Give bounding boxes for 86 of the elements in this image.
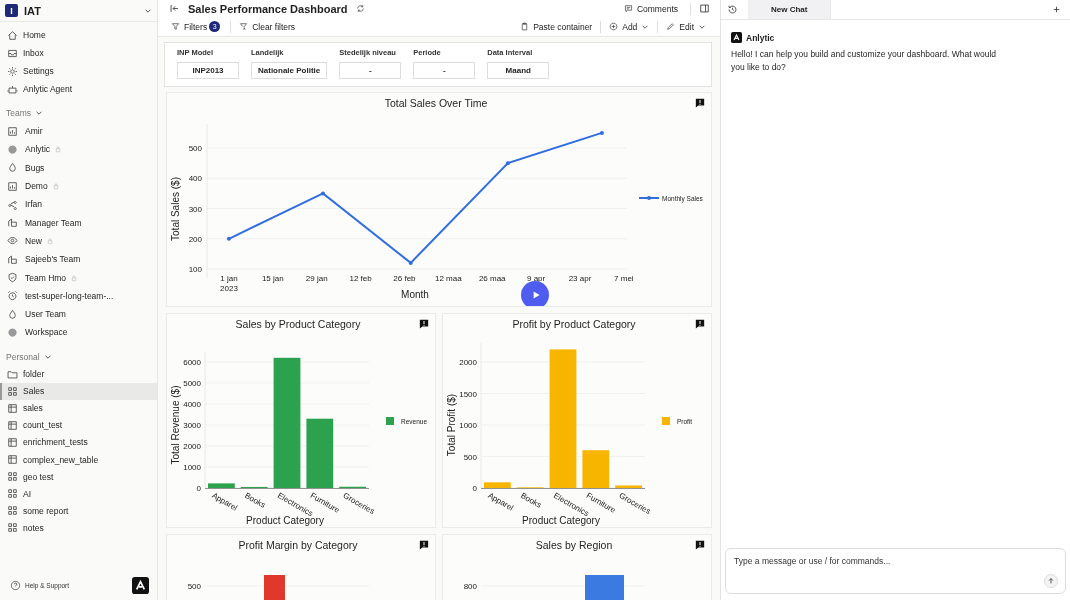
nav-item[interactable]: Home xyxy=(0,26,157,44)
personal-item[interactable]: sales xyxy=(0,399,157,417)
personal-item[interactable]: AI xyxy=(0,485,157,503)
tick-label: 2000 xyxy=(459,358,477,367)
tick-label: 3000 xyxy=(183,421,201,430)
chart-title: Total Sales Over Time xyxy=(384,97,488,109)
clear-filters-button[interactable]: Clear filters xyxy=(235,21,300,32)
team-item[interactable]: Workspace xyxy=(0,323,157,342)
tick-label: 1500 xyxy=(459,389,477,399)
tick-label: 12 maa xyxy=(435,274,462,283)
paste-container-button[interactable]: Paste container xyxy=(516,21,597,32)
tick-label: 2000 xyxy=(183,442,201,451)
chart-title: Profit Margin by Category xyxy=(238,539,358,551)
axis-title: Month xyxy=(401,289,429,300)
tick-label: 4000 xyxy=(183,400,201,409)
nav-item[interactable]: Anlytic Agent xyxy=(0,80,157,98)
section-title: Teams xyxy=(6,108,32,118)
personal-item[interactable]: folder xyxy=(0,365,157,383)
personal-item[interactable]: count_test xyxy=(0,416,157,434)
tick-label: 12 feb xyxy=(349,274,372,283)
personal-item[interactable]: notes xyxy=(0,519,157,537)
tick-label: 26 feb xyxy=(393,274,416,283)
tick-label: 26 maa xyxy=(478,274,506,283)
add-button[interactable]: Add xyxy=(605,21,654,32)
workspace-name: IAT xyxy=(24,4,42,17)
edit-button[interactable]: Edit xyxy=(662,21,710,32)
filter-dropdown[interactable]: Nationale Politie xyxy=(251,62,328,79)
sender-name: Anlytic xyxy=(746,32,775,43)
workspace-logo: I xyxy=(5,4,18,17)
team-item[interactable]: Bugs xyxy=(0,158,157,177)
tick-label: 0 xyxy=(196,484,201,493)
tick-label: 500 xyxy=(187,582,201,591)
tick-label: 100 xyxy=(188,265,202,274)
nav-item[interactable]: Settings xyxy=(0,62,157,80)
axis-title: Product Category xyxy=(246,515,324,526)
tick-label: 1000 xyxy=(459,421,477,430)
tick-label: 300 xyxy=(188,204,202,214)
personal-item[interactable]: Sales xyxy=(0,382,157,400)
tick-label: 1000 xyxy=(183,463,201,472)
team-item[interactable]: Amir xyxy=(0,122,157,141)
chart-title: Profit by Product Category xyxy=(512,318,636,330)
axis-title: Total Profit ($) xyxy=(446,393,457,457)
tick-label: 7 mei xyxy=(614,274,634,283)
chart-title: Sales by Region xyxy=(535,539,613,551)
filter-dropdown[interactable]: - xyxy=(413,62,476,79)
tick-label: 5000 xyxy=(183,379,201,388)
filters-button[interactable]: Filters xyxy=(167,21,212,32)
personal-item[interactable]: geo test xyxy=(0,468,157,486)
axis-title: Total Revenue ($) xyxy=(170,385,181,465)
tick-label: 0 xyxy=(472,484,477,493)
chat-tab[interactable]: New Chat xyxy=(748,0,832,19)
chat-message: Hello! I can help you build and customize your dashboard. What would you like to do? xyxy=(731,48,998,74)
dashboard-title: Sales Performance Dashboard xyxy=(188,2,348,15)
tick-label: 1 jan 2023 xyxy=(220,274,238,293)
filter-dropdown[interactable]: Maand xyxy=(487,62,550,79)
team-item[interactable]: test-super-long-team-... xyxy=(0,286,157,305)
tick-label: 800 xyxy=(463,582,477,591)
personal-item[interactable]: complex_new_table xyxy=(0,451,157,469)
tick-label: 500 xyxy=(463,452,477,462)
team-item[interactable]: User Team xyxy=(0,304,157,324)
filter-dropdown[interactable]: INP2013 xyxy=(177,62,239,79)
team-item[interactable]: Manager Team xyxy=(0,213,157,232)
personal-item[interactable]: enrichment_tests xyxy=(0,433,157,452)
axis-title: Total Sales ($) xyxy=(170,177,181,241)
chart-title: Sales by Product Category xyxy=(235,318,361,330)
team-item[interactable]: Irfan xyxy=(0,195,157,214)
team-item[interactable]: Demo xyxy=(0,176,157,196)
section-title: Personal xyxy=(6,351,40,362)
tick-label: 500 xyxy=(188,144,202,153)
tick-label: 15 jan xyxy=(261,274,284,283)
team-item[interactable]: Anlytic xyxy=(0,140,157,159)
tick-label: 29 jan xyxy=(305,274,328,283)
tick-label: 400 xyxy=(188,174,202,184)
filter-dropdown[interactable]: - xyxy=(339,62,402,79)
team-item[interactable]: New xyxy=(0,231,157,251)
team-item[interactable]: Sajeeb's Team xyxy=(0,250,157,269)
comments-button[interactable]: Comments xyxy=(619,3,682,14)
tick-label: 200 xyxy=(188,234,202,244)
team-item[interactable]: Team Hmo xyxy=(0,268,157,287)
personal-item[interactable]: some report xyxy=(0,502,157,520)
tick-label: 23 apr xyxy=(568,274,592,283)
nav-item[interactable]: Inbox xyxy=(0,44,157,62)
axis-title: Product Category xyxy=(522,515,600,526)
tick-label: 9 apr xyxy=(527,274,546,283)
tick-label: 6000 xyxy=(183,358,201,367)
message-input[interactable]: Type a message or use / for commands... xyxy=(725,548,1066,594)
